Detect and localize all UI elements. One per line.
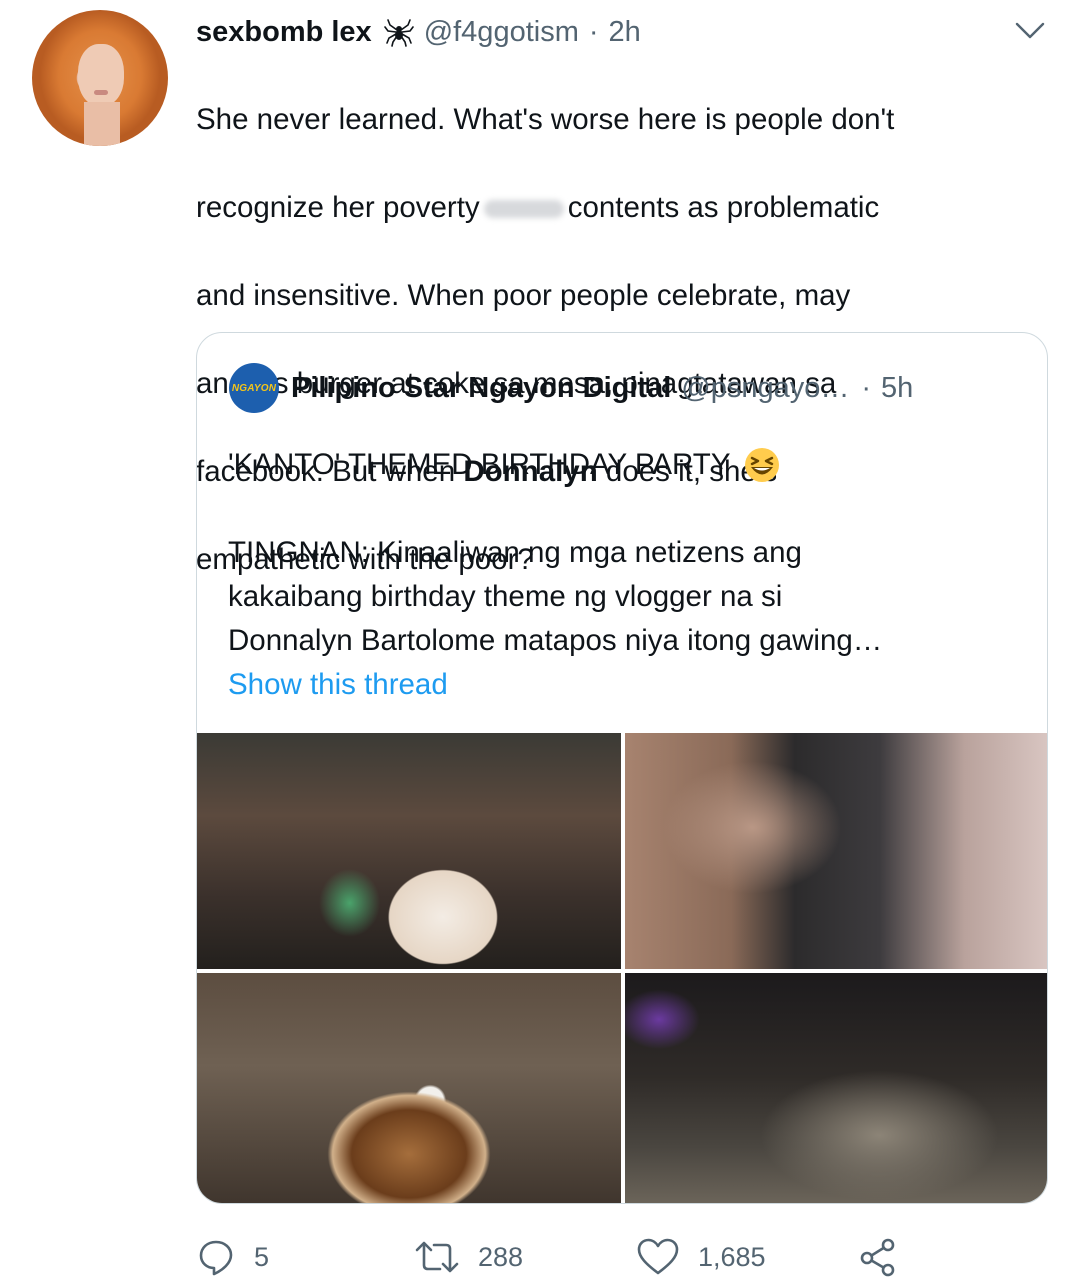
laughing-emoji-icon — [743, 446, 781, 484]
chevron-down-icon[interactable] — [1014, 20, 1046, 47]
quoted-body-line: TINGNAN: Kinaaliwan ng mga netizens ang — [228, 536, 802, 569]
tweet-actions: 5 288 1,685 — [196, 1232, 1056, 1282]
tweet-text-line: recognize her poverty — [196, 191, 480, 224]
tweet-time[interactable]: 2h — [609, 16, 641, 49]
photo-birthday-cake-girl[interactable] — [197, 733, 621, 969]
retweet-icon — [414, 1237, 460, 1277]
tweet-text-line: and insensitive. When poor people celebr… — [196, 279, 851, 312]
retweet-count: 288 — [478, 1241, 524, 1272]
retweet-button[interactable]: 288 — [414, 1232, 523, 1282]
author-name[interactable]: sexbomb lex — [196, 16, 372, 49]
heart-icon — [636, 1237, 680, 1277]
separator-dot: · — [588, 15, 599, 48]
quoted-tweet-text: 'KANTO' THEMED BIRTHDAY PARTY TINGNAN: K… — [228, 443, 1028, 707]
censored-word — [483, 200, 564, 219]
quoted-body-line: kakaibang birthday theme ng vlogger na s… — [228, 580, 783, 613]
like-button[interactable]: 1,685 — [636, 1232, 766, 1282]
photo-burnt-cake-candle[interactable] — [197, 973, 621, 1203]
separator-dot: · — [861, 371, 872, 404]
reply-icon — [196, 1237, 236, 1277]
tweet-header: sexbomb lex @f4ggotism · 2h — [196, 12, 641, 52]
quoted-tweet[interactable]: NGAYON Pilipino Star Ngayon Digital @psn… — [196, 332, 1048, 1204]
reply-count: 5 — [254, 1241, 270, 1272]
photo-street-party-dancing[interactable] — [625, 733, 1047, 969]
quoted-tweet-header: NGAYON Pilipino Star Ngayon Digital @psn… — [229, 363, 913, 413]
quoted-author-handle: @psngayo… — [681, 371, 850, 404]
avatar-face — [78, 44, 124, 106]
tweet-text-line: contents as problematic — [567, 191, 880, 224]
quoted-title: 'KANTO' THEMED BIRTHDAY PARTY — [228, 448, 731, 481]
quoted-logo-text: NGAYON — [231, 382, 277, 394]
author-handle[interactable]: @f4ggotism — [424, 16, 579, 49]
quoted-author-avatar: NGAYON — [229, 363, 279, 413]
quoted-body-line: Donnalyn Bartolome matapos niya itong ga… — [228, 624, 883, 657]
spider-icon — [383, 17, 414, 47]
quoted-author-name: Pilipino Star Ngayon Digital — [291, 371, 672, 404]
like-count: 1,685 — [698, 1241, 766, 1272]
author-avatar[interactable] — [32, 10, 168, 146]
reply-button[interactable]: 5 — [196, 1232, 269, 1282]
show-thread-link[interactable]: Show this thread — [228, 663, 1028, 707]
tweet-text-line: She never learned. What's worse here is … — [196, 103, 895, 136]
quoted-tweet-time: 5h — [881, 371, 914, 404]
share-button[interactable] — [858, 1232, 898, 1282]
share-icon — [858, 1237, 898, 1277]
photo-grid — [197, 733, 1047, 1203]
photo-night-gathering[interactable] — [625, 973, 1047, 1203]
avatar-lips — [94, 90, 108, 95]
avatar-neck — [84, 102, 120, 146]
